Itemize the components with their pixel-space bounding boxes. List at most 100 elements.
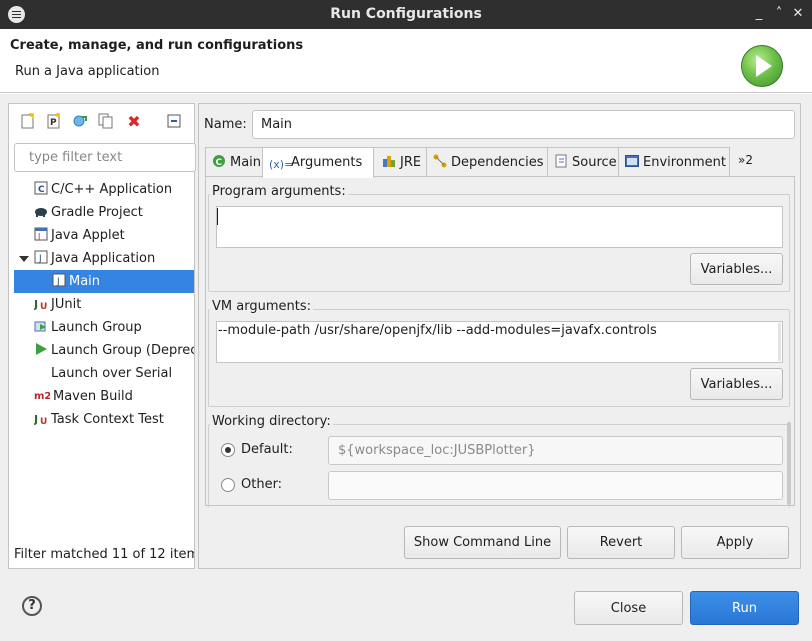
new-prototype-icon[interactable]: P [44, 111, 64, 131]
dependencies-icon [433, 150, 447, 168]
other-label: Other: [241, 477, 283, 492]
tree-item-label: Java Applet [51, 228, 125, 243]
tree-item[interactable]: C C/C++ Application [14, 178, 194, 201]
other-radio[interactable] [221, 478, 235, 492]
junit-icon: JU [33, 295, 48, 312]
duplicate-config-icon[interactable] [96, 111, 116, 131]
maximize-icon[interactable]: ˄ [771, 5, 787, 23]
source-icon [554, 150, 568, 168]
tree-item[interactable]: J Java Application [14, 247, 194, 270]
svg-text:C: C [216, 158, 223, 168]
tree-item-label: Task Context Test [51, 412, 164, 427]
tree-item-label: Maven Build [53, 389, 133, 404]
svg-text:J: J [34, 413, 38, 425]
tree-item-label: Main [69, 274, 101, 289]
name-input[interactable] [252, 110, 795, 139]
svg-text:U: U [40, 302, 47, 310]
dialog-header: Create, manage, and run configurations R… [0, 29, 812, 93]
jre-icon [382, 150, 396, 167]
main-tab-icon: C [212, 150, 226, 168]
window-title: Run Configurations [330, 6, 482, 22]
vm-args-textarea[interactable]: --module-path /usr/share/openjfx/lib --a… [216, 321, 783, 363]
tree-item[interactable]: Launch Group [14, 316, 194, 339]
program-variables-button[interactable]: Variables... [690, 253, 783, 285]
close-window-icon[interactable]: ✕ [790, 5, 806, 23]
filter-status: Filter matched 11 of 12 items [14, 547, 194, 562]
c-app-icon: C [34, 180, 48, 195]
tree-item[interactable]: J U Task Context Test [14, 408, 194, 431]
delete-config-icon[interactable]: ✖ [124, 111, 144, 131]
tree-item[interactable]: Launch Group (Deprec [14, 339, 194, 362]
tab-scrollbar[interactable] [787, 422, 791, 505]
minimize-icon[interactable]: _ [751, 5, 767, 23]
java-applet-icon: J [34, 226, 48, 241]
run-logo-icon [741, 45, 783, 87]
vm-args-label: VM arguments: [210, 299, 313, 314]
tab-overflow-button[interactable]: »2 [738, 153, 753, 167]
tree-item-label: Launch Group [51, 320, 142, 335]
svg-text:C: C [38, 185, 45, 195]
svg-text:P: P [50, 118, 57, 128]
tree-item[interactable]: m2 Maven Build [14, 385, 194, 408]
tree-item-label: Java Application [51, 251, 156, 266]
name-label: Name: [204, 117, 247, 132]
vm-args-scrollbar[interactable] [778, 323, 781, 361]
run-arrow-icon [34, 341, 48, 355]
svg-text:m2: m2 [34, 391, 50, 402]
tab-environment[interactable]: Environment [618, 147, 730, 177]
environment-icon [625, 150, 639, 167]
tree-item[interactable]: J U JUnit [14, 293, 194, 316]
header-title: Create, manage, and run configurations [10, 38, 304, 53]
help-icon[interactable]: ? [22, 596, 42, 616]
launch-group-icon [34, 318, 48, 332]
blank-icon [34, 365, 48, 379]
tab-dependencies[interactable]: Dependencies [426, 147, 548, 177]
new-config-icon[interactable] [18, 111, 38, 131]
tab-main[interactable]: C Main [205, 147, 263, 177]
working-dir-label: Working directory: [210, 414, 333, 429]
tab-arguments[interactable]: (x)=Arguments [262, 147, 374, 178]
close-button[interactable]: Close [574, 591, 683, 625]
tree-item-label: Launch Group (Deprec [51, 343, 194, 358]
tab-source[interactable]: Source [547, 147, 619, 177]
tree-item[interactable]: J Java Applet [14, 224, 194, 247]
svg-text:J: J [34, 298, 38, 310]
tree-item[interactable]: Gradle Project [14, 201, 194, 224]
run-button[interactable]: Run [690, 591, 799, 625]
config-tabs: C Main (x)=Arguments JRE Dependencies Sou… [205, 147, 795, 178]
expand-arrow-icon[interactable] [19, 256, 29, 262]
tree-item[interactable]: Launch over Serial [14, 362, 194, 385]
tree-item-label: C/C++ Application [51, 182, 173, 197]
header-subtitle: Run a Java application [15, 64, 160, 79]
title-bar: Run Configurations _ ˄ ✕ [0, 0, 812, 29]
tree-item-label: JUnit [51, 297, 82, 312]
revert-button[interactable]: Revert [567, 526, 675, 559]
filter-input[interactable] [14, 143, 196, 172]
vm-variables-button[interactable]: Variables... [690, 368, 783, 400]
svg-text:J: J [56, 277, 60, 287]
default-dir-field: ${workspace_loc:JUSBPlotter} [328, 436, 783, 465]
tree-item-label: Gradle Project [51, 205, 143, 220]
apply-button[interactable]: Apply [681, 526, 789, 559]
config-tree: C C/C++ Application Gradle Project J Java Ap… [14, 178, 194, 438]
svg-text:J: J [37, 232, 40, 241]
arguments-icon: (x)= [269, 158, 294, 171]
text-caret [217, 208, 218, 225]
maven-m2-icon: m2 [34, 387, 51, 402]
program-args-label: Program arguments: [210, 184, 348, 199]
java-app-icon: J [34, 249, 48, 264]
java-app-icon: J [52, 272, 66, 287]
svg-text:U: U [40, 417, 47, 425]
show-command-line-button[interactable]: Show Command Line [404, 526, 561, 559]
collapse-all-icon[interactable] [164, 111, 184, 131]
tree-item-label: Launch over Serial [51, 366, 173, 381]
junit-icon: JU [33, 410, 48, 427]
svg-text:J: J [38, 254, 42, 264]
tree-toolbar: P ✖ [14, 103, 194, 139]
program-args-textarea[interactable] [216, 206, 783, 248]
export-config-icon[interactable] [70, 111, 90, 131]
default-radio[interactable] [221, 443, 235, 457]
tree-item[interactable]: J Main [14, 270, 194, 293]
other-dir-field[interactable] [328, 471, 783, 500]
tab-jre[interactable]: JRE [373, 147, 427, 177]
